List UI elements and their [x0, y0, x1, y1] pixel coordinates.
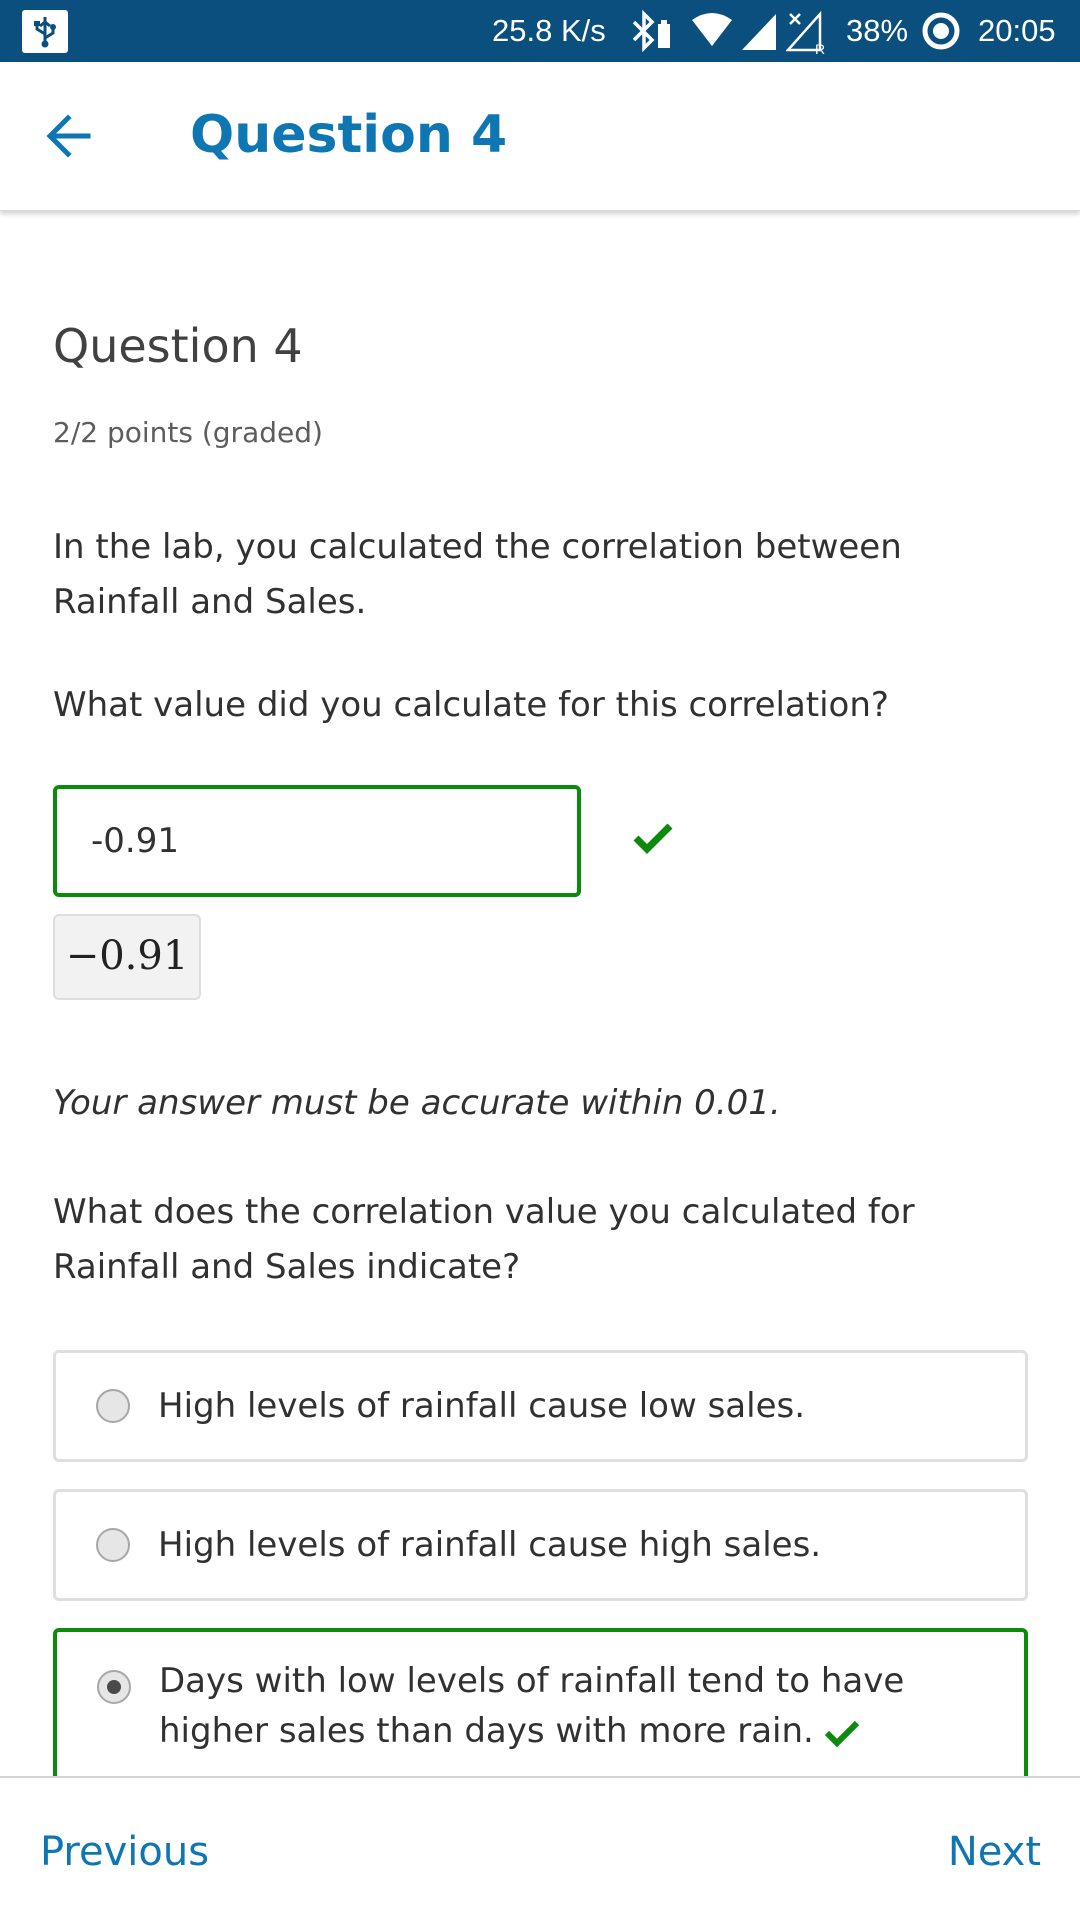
- accuracy-note: Your answer must be accurate within 0.01…: [53, 1083, 781, 1123]
- answer-option-selected[interactable]: Days with low levels of rainfall tend to…: [53, 1628, 1028, 1788]
- app-bar: Question 4: [0, 62, 1080, 211]
- clock: 20:05: [978, 13, 1056, 48]
- option-label-text: Days with low levels of rainfall tend to…: [159, 1661, 905, 1751]
- battery-ring-icon: [922, 12, 960, 50]
- svg-text:R: R: [815, 41, 825, 54]
- bottom-navigation: Previous Next: [0, 1776, 1080, 1922]
- status-bar: 25.8 K/s R 38% 20:05: [0, 0, 1080, 62]
- option-label: High levels of rainfall cause low sales.: [158, 1386, 806, 1426]
- arrow-left-icon[interactable]: [42, 108, 98, 164]
- answer-input[interactable]: [53, 785, 581, 897]
- answer-preview: −0.91: [53, 914, 201, 1000]
- question-prompt: In the lab, you calculated the correlati…: [53, 527, 902, 622]
- signal-roaming-icon: R: [786, 10, 825, 54]
- usb-icon: [22, 10, 68, 53]
- previous-button[interactable]: Previous: [40, 1826, 209, 1878]
- option-label: High levels of rainfall cause high sales…: [158, 1525, 822, 1565]
- answer-option[interactable]: High levels of rainfall cause low sales.: [53, 1350, 1028, 1462]
- question-heading: Question 4: [53, 319, 303, 373]
- radio-button-selected[interactable]: [97, 1670, 131, 1704]
- question-prompt: What value did you calculate for this co…: [53, 685, 889, 725]
- bluetooth-icon: [632, 10, 670, 52]
- points-label: 2/2 points (graded): [53, 416, 323, 449]
- radio-button[interactable]: [96, 1528, 130, 1562]
- battery-percent: 38%: [846, 13, 909, 48]
- app-bar-title: Question 4: [190, 105, 508, 165]
- next-button[interactable]: Next: [948, 1826, 1041, 1878]
- radio-button[interactable]: [96, 1389, 130, 1423]
- wifi-icon: [692, 13, 732, 46]
- signal-icon: [742, 14, 776, 50]
- question-prompt: What does the correlation value you calc…: [53, 1192, 915, 1287]
- checkmark-icon: [633, 823, 673, 854]
- answer-option[interactable]: High levels of rainfall cause high sales…: [53, 1489, 1028, 1601]
- option-label: Days with low levels of rainfall tend to…: [159, 1656, 999, 1756]
- checkmark-icon: [824, 1720, 859, 1747]
- network-speed: 25.8 K/s: [492, 13, 606, 48]
